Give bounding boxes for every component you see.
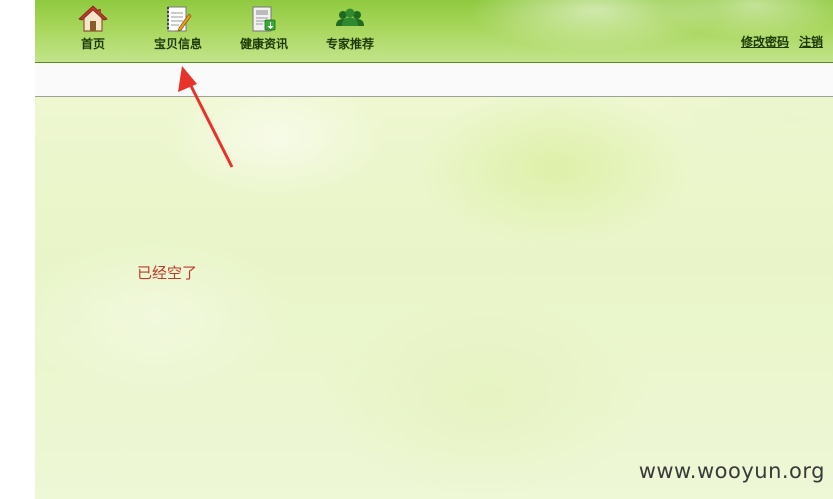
change-password-link[interactable]: 修改密码 <box>741 35 789 49</box>
home-icon <box>78 5 108 32</box>
news-icon <box>252 6 276 32</box>
watermark: www.wooyun.org <box>638 459 825 483</box>
user-links: 修改密码 注销 <box>741 33 823 50</box>
top-nav-bar: 首页 宝贝信息 健康资讯 专家推荐 修改密码 注销 <box>35 0 833 63</box>
nav-label-baby-info: 宝贝信息 <box>154 37 203 51</box>
nav-label-expert-recommend: 专家推荐 <box>326 37 375 51</box>
empty-message: 已经空了 <box>137 264 198 282</box>
nav-item-health-news[interactable]: 健康资讯 <box>240 4 288 51</box>
nav-label-home: 首页 <box>80 37 105 51</box>
logout-link[interactable]: 注销 <box>799 35 823 49</box>
nav-item-expert-recommend[interactable]: 专家推荐 <box>326 4 374 51</box>
nav-item-home[interactable]: 首页 <box>78 4 108 51</box>
nav-label-health-news: 健康资讯 <box>240 37 289 51</box>
nav-item-baby-info[interactable]: 宝贝信息 <box>154 4 202 51</box>
content-area: 已经空了 <box>35 97 833 499</box>
users-icon <box>336 8 364 26</box>
page: 首页 宝贝信息 健康资讯 专家推荐 修改密码 注销 已经空了 www.wooyu… <box>0 0 833 499</box>
notepad-icon <box>167 6 192 32</box>
sub-toolbar <box>35 63 833 97</box>
left-margin <box>0 0 35 499</box>
